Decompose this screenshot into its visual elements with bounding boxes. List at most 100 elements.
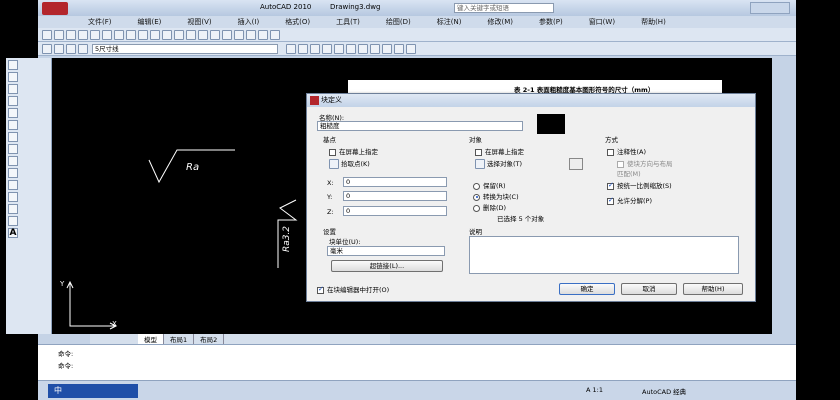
point-icon[interactable] <box>8 180 18 190</box>
menu-modify[interactable]: 修改(M) <box>487 17 513 27</box>
dim-radius-icon[interactable] <box>334 43 344 54</box>
help-button[interactable]: 帮助(H) <box>683 283 743 295</box>
dim-tolerance-icon[interactable] <box>370 43 380 54</box>
block-unit-dropdown[interactable]: 毫米 <box>327 246 445 256</box>
tab-model[interactable]: 模型 <box>138 334 164 344</box>
help-icon[interactable] <box>270 29 280 40</box>
menu-help[interactable]: 帮助(H) <box>641 17 666 27</box>
cut-icon[interactable] <box>114 29 124 40</box>
description-textarea[interactable] <box>469 236 739 274</box>
menu-file[interactable]: 文件(F) <box>88 17 112 27</box>
search-input[interactable]: 键入关键字或短语 <box>454 3 554 13</box>
objects-on-screen-checkbox[interactable]: 在屏幕上指定 <box>475 146 524 156</box>
match-layout-checkbox[interactable]: 使块方向与布局 匹配(M) <box>617 158 673 178</box>
menu-view[interactable]: 视图(V) <box>187 17 211 27</box>
insert-block-icon[interactable] <box>8 156 18 166</box>
delete-radio[interactable]: 删除(D) <box>473 202 506 212</box>
dim-edit-icon[interactable] <box>394 43 404 54</box>
arc-icon[interactable] <box>8 108 18 118</box>
redo-icon[interactable] <box>174 29 184 40</box>
publish-icon[interactable] <box>102 29 112 40</box>
design-center-icon[interactable] <box>234 29 244 40</box>
preview-icon[interactable] <box>90 29 100 40</box>
menu-tools[interactable]: 工具(T) <box>336 17 360 27</box>
paste-icon[interactable] <box>138 29 148 40</box>
ok-button[interactable]: 确定 <box>559 283 615 295</box>
retain-radio[interactable]: 保留(R) <box>473 180 506 190</box>
match-icon[interactable] <box>150 29 160 40</box>
dim-angle-icon[interactable] <box>346 43 356 54</box>
new-icon[interactable] <box>42 29 52 40</box>
region-icon[interactable] <box>8 204 18 214</box>
dim-center-icon[interactable] <box>382 43 392 54</box>
uniform-scale-checkbox[interactable]: 按统一比例缩放(S) <box>607 180 672 190</box>
table-icon[interactable] <box>8 216 18 226</box>
dim-linear-icon[interactable] <box>310 43 320 54</box>
menu-draw[interactable]: 绘图(D) <box>386 17 411 27</box>
convert-radio[interactable]: 转换为块(C) <box>473 191 519 201</box>
calculator-icon[interactable] <box>258 29 268 40</box>
ime-indicator[interactable]: 中 <box>48 384 138 398</box>
pan-icon[interactable] <box>186 29 196 40</box>
circle-icon[interactable] <box>8 120 18 130</box>
lock-icon[interactable] <box>78 43 88 54</box>
dim-baseline-icon[interactable] <box>358 43 368 54</box>
tab-layout1[interactable]: 布局1 <box>164 334 195 344</box>
quick-select-button[interactable] <box>569 158 583 170</box>
erase-icon[interactable] <box>298 43 308 54</box>
hatch-icon[interactable] <box>8 192 18 202</box>
menu-format[interactable]: 格式(O) <box>285 17 310 27</box>
line-icon[interactable] <box>8 60 18 70</box>
polyline-icon[interactable] <box>8 72 18 82</box>
symbol-ra32-text: Ra3.2 <box>282 225 293 253</box>
menu-dimension[interactable]: 标注(N) <box>437 17 462 27</box>
spline-icon[interactable] <box>8 132 18 142</box>
make-block-icon[interactable] <box>8 168 18 178</box>
allow-explode-checkbox[interactable]: 允许分解(P) <box>607 195 652 205</box>
rectangle-icon[interactable] <box>8 96 18 106</box>
open-icon[interactable] <box>54 29 64 40</box>
z-input[interactable]: 0 <box>343 206 447 216</box>
annotation-scale[interactable]: A 1:1 <box>586 386 603 394</box>
annotative-checkbox[interactable]: 注释性(A) <box>607 146 646 156</box>
x-input[interactable]: 0 <box>343 177 447 187</box>
y-input[interactable]: 0 <box>343 191 447 201</box>
polygon-icon[interactable] <box>8 84 18 94</box>
zoom-icon[interactable] <box>198 29 208 40</box>
select-objects-button[interactable]: 选择对象(T) <box>475 158 522 169</box>
bulb-icon[interactable] <box>54 43 64 54</box>
layer-dropdown[interactable]: 5尺寸线 <box>92 43 278 54</box>
zoom-window-icon[interactable] <box>210 29 220 40</box>
copy-icon[interactable] <box>126 29 136 40</box>
menu-insert[interactable]: 插入(I) <box>238 17 260 27</box>
menu-parametric[interactable]: 参数(P) <box>539 17 563 27</box>
menu-window[interactable]: 窗口(W) <box>589 17 615 27</box>
layer-previous-icon[interactable] <box>286 43 296 54</box>
workspace-switch[interactable]: AutoCAD 经典 <box>642 386 686 396</box>
save-icon[interactable] <box>66 29 76 40</box>
sun-icon[interactable] <box>66 43 76 54</box>
properties-icon[interactable] <box>222 29 232 40</box>
tab-layout2[interactable]: 布局2 <box>194 334 225 344</box>
dim-aligned-icon[interactable] <box>322 43 332 54</box>
layer-manager-icon[interactable] <box>42 43 52 54</box>
window-controls[interactable] <box>750 2 790 14</box>
dim-style-icon[interactable] <box>406 43 416 54</box>
hyperlink-button[interactable]: 超链接(L)... <box>331 260 443 272</box>
command-line[interactable]: 命令: 命令: <box>38 344 796 380</box>
menu-edit[interactable]: 编辑(E) <box>138 17 162 27</box>
y-label: Y: <box>327 193 333 201</box>
objects-title: 对象 <box>469 136 482 144</box>
pick-point-button[interactable]: 拾取点(K) <box>329 158 370 169</box>
mtext-icon[interactable]: A <box>8 228 18 238</box>
base-on-screen-checkbox[interactable]: 在屏幕上指定 <box>329 146 378 156</box>
cancel-button[interactable]: 取消 <box>621 283 677 295</box>
app-logo-icon[interactable] <box>42 2 68 15</box>
open-in-editor-checkbox[interactable]: 在块编辑器中打开(O) <box>317 284 389 294</box>
tool-palette-icon[interactable] <box>246 29 256 40</box>
block-name-combobox[interactable]: 粗糙度 <box>317 121 523 131</box>
print-icon[interactable] <box>78 29 88 40</box>
undo-icon[interactable] <box>162 29 172 40</box>
ellipse-icon[interactable] <box>8 144 18 154</box>
pick-point-icon <box>329 159 339 169</box>
